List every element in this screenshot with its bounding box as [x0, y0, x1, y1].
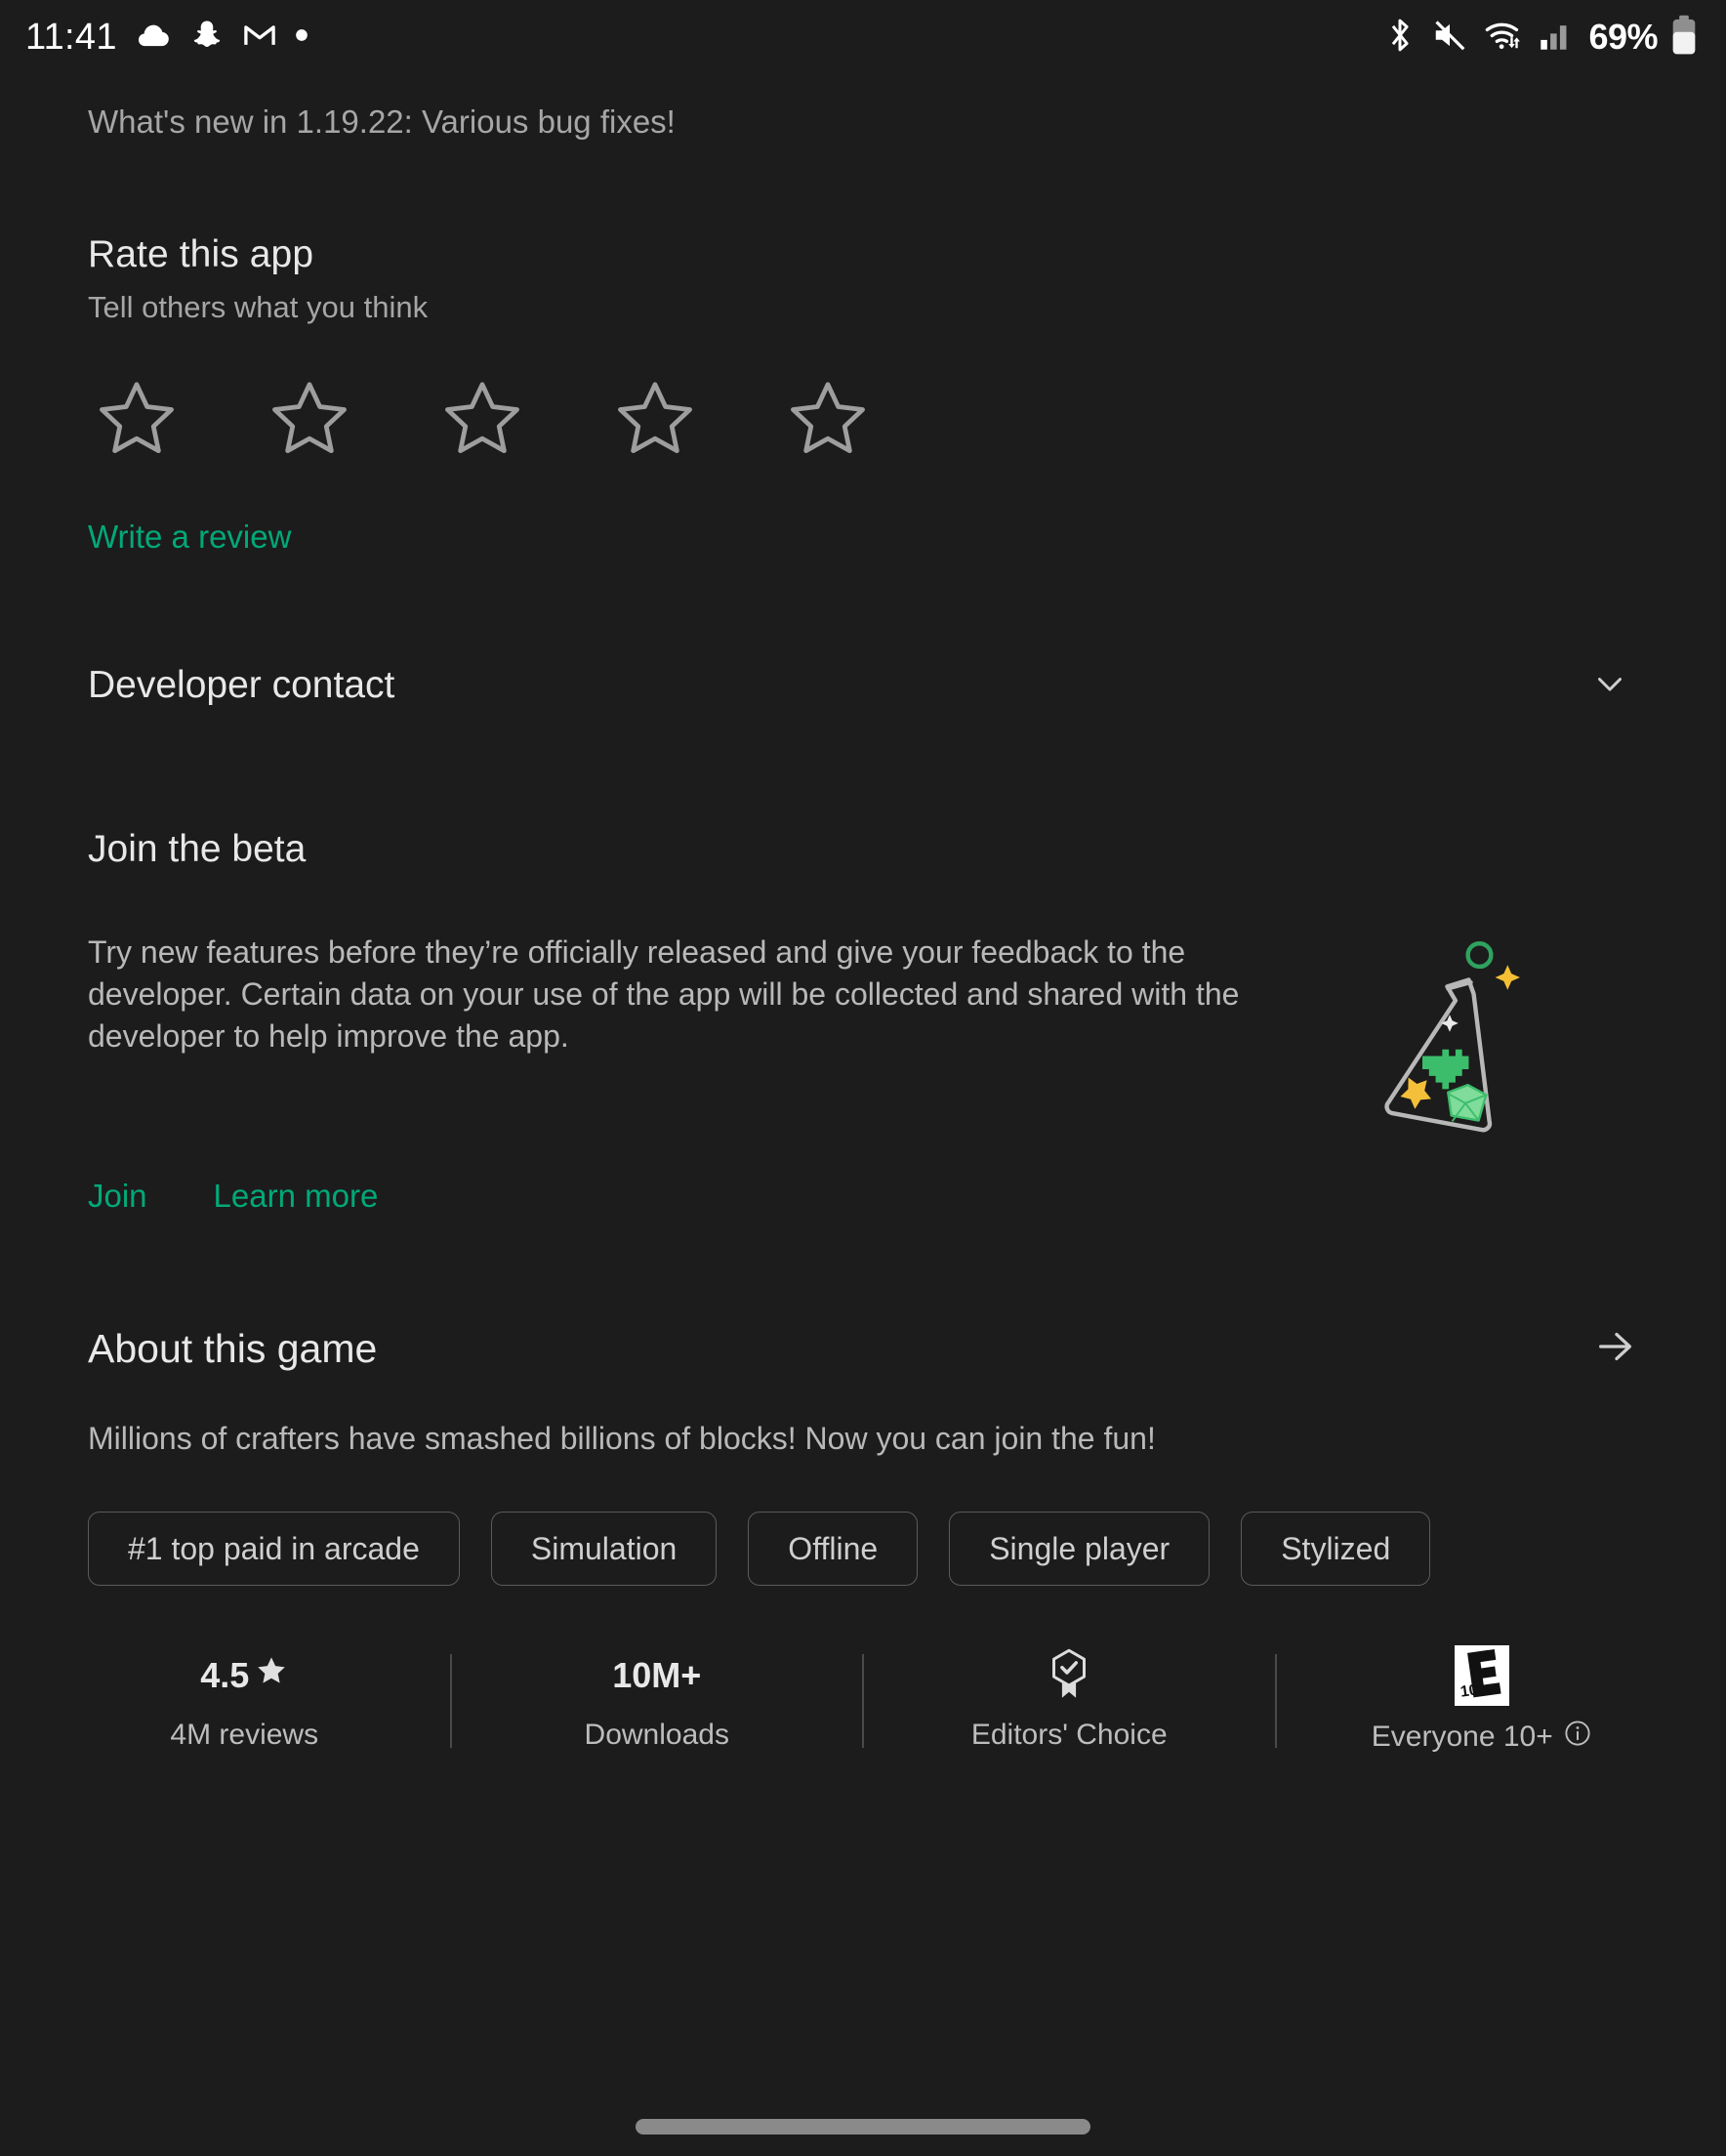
join-the-beta-title: Join the beta — [88, 827, 307, 870]
stat-downloads[interactable]: 10M+ Downloads — [452, 1650, 863, 1752]
stat-content-rating-label: Everyone 10+ — [1372, 1719, 1592, 1756]
stat-rating-label: 4M reviews — [170, 1719, 319, 1752]
app-stats-row: 4.5 4M reviews 10M+ Downloads Editors' C… — [0, 1645, 1726, 1756]
chip-simulation[interactable]: Simulation — [490, 1512, 718, 1587]
volume-muted-icon — [1430, 17, 1469, 59]
snapchat-icon — [189, 18, 225, 58]
stat-editors-choice-label: Editors' Choice — [970, 1719, 1168, 1752]
bluetooth-icon — [1383, 16, 1417, 60]
battery-icon — [1671, 15, 1697, 61]
cellular-signal-icon — [1538, 18, 1573, 58]
join-beta-button[interactable]: Join — [88, 1178, 147, 1215]
wifi-icon — [1483, 17, 1524, 59]
chevron-down-icon[interactable] — [1589, 663, 1630, 709]
stat-editors-choice[interactable]: Editors' Choice — [864, 1649, 1275, 1752]
battery-percent-label: 69% — [1588, 17, 1658, 57]
stat-rating[interactable]: 4.5 4M reviews — [39, 1650, 450, 1752]
rate-this-app-subtitle: Tell others what you think — [88, 289, 429, 324]
whats-new-text: What's new in 1.19.22: Various bug fixes… — [88, 104, 676, 140]
editors-choice-icon — [1047, 1649, 1091, 1701]
stat-downloads-value: 10M+ — [612, 1655, 702, 1696]
info-icon[interactable] — [1563, 1719, 1592, 1756]
dot-icon — [295, 28, 308, 47]
join-the-beta-body: Try new features before they’re official… — [88, 933, 1240, 1054]
rating-star-5[interactable] — [783, 376, 956, 462]
stat-content-rating-text: Everyone 10+ — [1371, 1721, 1553, 1754]
gesture-nav-pill[interactable] — [636, 2119, 1090, 2135]
beta-flask-icon — [1303, 932, 1638, 1135]
about-this-game-description: Millions of crafters have smashed billio… — [88, 1420, 1156, 1456]
arrow-right-icon[interactable] — [1593, 1324, 1638, 1374]
stat-rating-number: 4.5 — [200, 1655, 250, 1696]
chip-offline[interactable]: Offline — [748, 1512, 919, 1587]
join-the-beta-content: Try new features before they’re official… — [88, 932, 1638, 1135]
esrb-e10plus-icon: 10+ — [1454, 1645, 1509, 1707]
write-a-review-link[interactable]: Write a review — [88, 518, 291, 556]
app-detail-page: What's new in 1.19.22: Various bug fixes… — [0, 102, 1726, 1756]
star-filled-icon — [255, 1650, 288, 1701]
rating-stars[interactable] — [88, 376, 1638, 462]
status-bar-left: 11:41 — [25, 17, 308, 59]
gmail-icon — [242, 18, 277, 58]
stat-rating-value: 4.5 — [200, 1650, 288, 1701]
status-bar: 11:41 69% — [0, 0, 1726, 74]
status-bar-right: 69% — [1383, 15, 1697, 61]
join-the-beta-actions: Join Learn more — [88, 1178, 1638, 1215]
status-bar-clock: 11:41 — [25, 17, 117, 58]
cloud-icon — [135, 17, 172, 59]
about-this-game-header[interactable]: About this game — [88, 1324, 1638, 1374]
rating-star-2[interactable] — [265, 376, 437, 462]
about-this-game-title: About this game — [88, 1325, 378, 1371]
rate-this-app-title: Rate this app — [88, 232, 314, 275]
chip-single-player[interactable]: Single player — [949, 1512, 1211, 1587]
chip-top-paid-arcade[interactable]: #1 top paid in arcade — [88, 1512, 460, 1587]
join-the-beta-section: Join the beta Try new features before th… — [0, 828, 1726, 1215]
stat-downloads-label: Downloads — [584, 1719, 729, 1752]
rating-star-4[interactable] — [610, 376, 783, 462]
rating-star-3[interactable] — [437, 376, 610, 462]
rate-this-app-section: Rate this app Tell others what you think… — [0, 233, 1726, 556]
esrb-badge: 10+ — [1454, 1645, 1509, 1707]
developer-contact-row[interactable]: Developer contact — [0, 663, 1726, 709]
learn-more-link[interactable]: Learn more — [214, 1178, 379, 1215]
developer-contact-title: Developer contact — [88, 664, 395, 707]
chip-stylized[interactable]: Stylized — [1241, 1512, 1431, 1587]
about-this-game-section: About this game Millions of crafters hav… — [0, 1324, 1726, 1460]
game-tag-chips[interactable]: #1 top paid in arcade Simulation Offline… — [0, 1512, 1726, 1587]
stat-content-rating[interactable]: 10+ Everyone 10+ — [1277, 1645, 1688, 1756]
whats-new-section: What's new in 1.19.22: Various bug fixes… — [0, 102, 1726, 144]
rating-star-1[interactable] — [92, 376, 265, 462]
